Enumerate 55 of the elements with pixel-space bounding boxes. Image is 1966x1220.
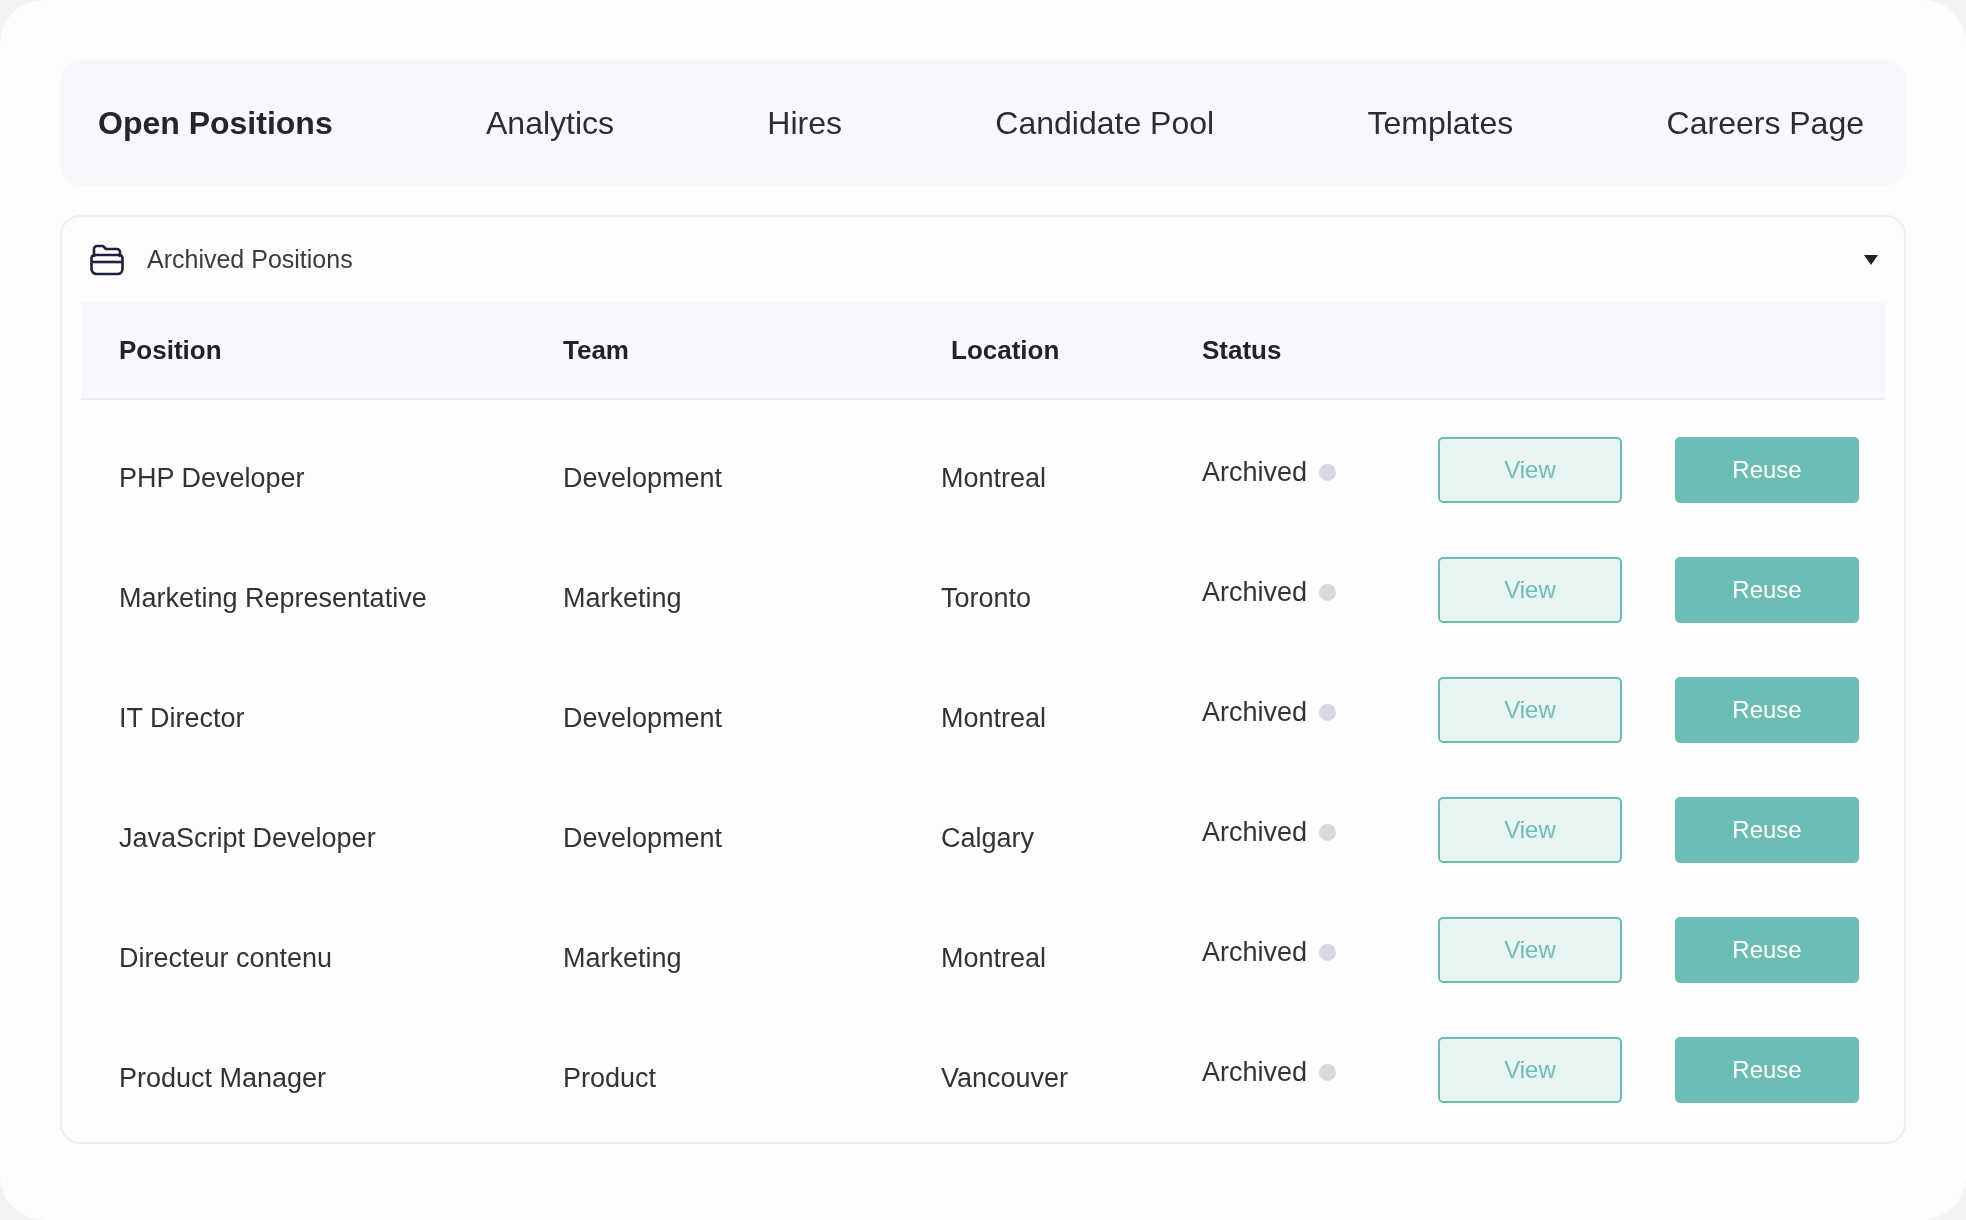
status-label: Archived [1202, 456, 1308, 488]
table-cell-text: JavaScript Developer [119, 821, 377, 854]
status-dot-icon [1319, 583, 1337, 601]
column-header: Status [1202, 334, 1283, 366]
table-cell-text: Marketing [563, 581, 683, 614]
column-header: Team [563, 334, 630, 366]
table-cell-text: Product [563, 1061, 658, 1094]
status-label: Archived [1202, 936, 1308, 968]
tab[interactable]: Hires [763, 98, 846, 148]
tab[interactable]: Templates [1363, 98, 1518, 148]
table-cell-text: Montreal [941, 461, 1048, 494]
table-cell-text: IT Director [119, 701, 246, 734]
reuse-button[interactable]: Reuse [1675, 917, 1859, 983]
status-dot-icon [1319, 1063, 1337, 1081]
section-title: Archived Positions [147, 245, 354, 274]
view-button[interactable]: View [1438, 1037, 1622, 1103]
status-label: Archived [1202, 696, 1308, 728]
reuse-button[interactable]: Reuse [1675, 437, 1859, 503]
table-cell-text: Development [563, 701, 724, 734]
view-button[interactable]: View [1438, 437, 1622, 503]
status-dot-icon [1319, 703, 1337, 721]
column-header: Position [119, 334, 223, 366]
table-cell-text: Calgary [941, 821, 1036, 854]
view-button[interactable]: View [1438, 677, 1622, 743]
table-cell-text: Montreal [941, 941, 1048, 974]
table-cell-text: Product Manager [119, 1061, 328, 1094]
reuse-button[interactable]: Reuse [1675, 557, 1859, 623]
status-dot-icon [1319, 823, 1337, 841]
status-label: Archived [1202, 816, 1308, 848]
table-cell-text: Development [563, 461, 724, 494]
column-header: Location [950, 334, 1061, 366]
view-button[interactable]: View [1438, 797, 1622, 863]
tab[interactable]: Analytics [482, 98, 619, 148]
table-cell-text: Directeur contenu [119, 941, 334, 974]
table-cell-text: Marketing [563, 941, 683, 974]
status-label: Archived [1202, 576, 1308, 608]
table-cell-text: Toronto [941, 581, 1033, 614]
table-cell-text: Marketing Representative [119, 581, 428, 614]
status-dot-icon [1319, 463, 1337, 481]
tab[interactable]: Open Positions [94, 98, 337, 148]
reuse-button[interactable]: Reuse [1675, 797, 1859, 863]
table-cell-text: Vancouver [941, 1061, 1070, 1094]
tab[interactable]: Careers Page [1662, 98, 1868, 148]
reuse-button[interactable]: Reuse [1675, 677, 1859, 743]
folder-icon [89, 243, 125, 276]
status-label: Archived [1202, 1056, 1308, 1088]
caret-icon[interactable] [1863, 253, 1879, 266]
table-cell-text: Montreal [941, 701, 1048, 734]
table-cell-text: Development [563, 821, 724, 854]
tab[interactable]: Candidate Pool [991, 98, 1219, 148]
view-button[interactable]: View [1438, 917, 1622, 983]
status-dot-icon [1319, 943, 1337, 961]
view-button[interactable]: View [1438, 557, 1622, 623]
reuse-button[interactable]: Reuse [1675, 1037, 1859, 1103]
table-cell-text: PHP Developer [119, 461, 306, 494]
